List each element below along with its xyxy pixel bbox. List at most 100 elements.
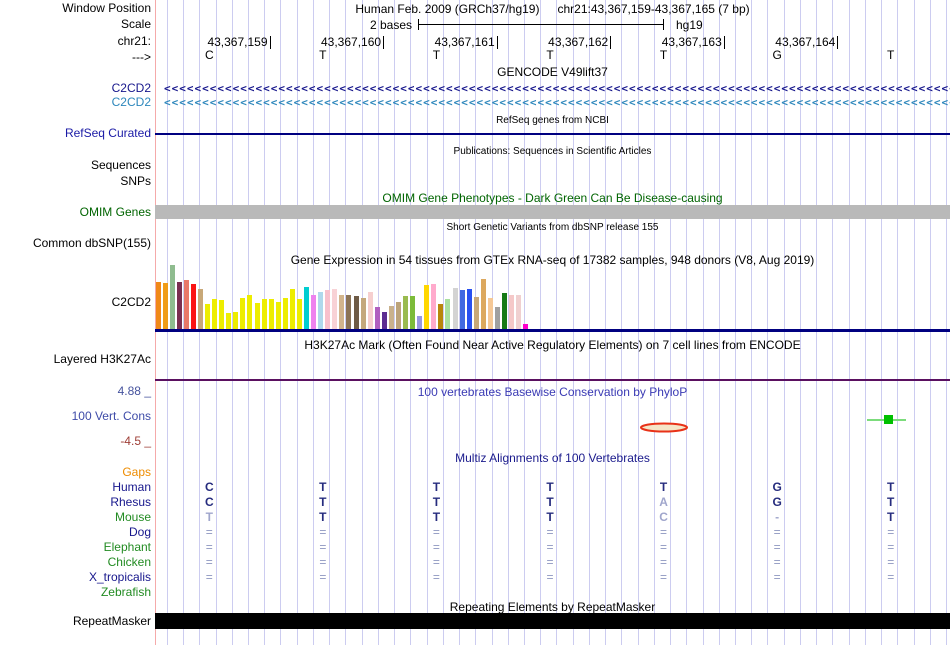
gtex-bar[interactable] — [495, 307, 500, 329]
gtex-bar[interactable] — [318, 292, 324, 329]
species-label-mouse[interactable]: Mouse — [0, 511, 151, 524]
refseq-label[interactable]: RefSeq Curated — [0, 127, 151, 140]
gtex-bar[interactable] — [374, 307, 380, 329]
repeatmasker-bar[interactable] — [155, 613, 950, 629]
alignment-cell: = — [887, 570, 895, 584]
species-label-human[interactable]: Human — [0, 481, 151, 494]
scale-bar — [418, 24, 664, 25]
gtex-bar[interactable] — [162, 283, 168, 329]
gtex-bar[interactable] — [304, 287, 310, 329]
gtex-bar[interactable] — [197, 289, 203, 329]
species-label-dog[interactable]: Dog — [0, 526, 151, 539]
gtex-bar[interactable] — [346, 295, 352, 329]
gtex-bar[interactable] — [268, 299, 274, 329]
scale-value: 2 bases — [369, 18, 412, 32]
gtex-bar[interactable] — [190, 284, 196, 329]
gtex-bar[interactable] — [509, 295, 515, 329]
gtex-bar[interactable] — [212, 299, 218, 329]
gtex-bar[interactable] — [282, 298, 288, 329]
gtex-bar[interactable] — [417, 316, 423, 329]
sequences-label[interactable]: Sequences — [0, 159, 151, 172]
gtex-bar[interactable] — [311, 295, 317, 329]
gtex-bar[interactable] — [466, 289, 472, 329]
gene-label-c2cd2-1[interactable]: C2CD2 — [0, 82, 151, 95]
gtex-bar[interactable] — [502, 293, 508, 329]
phylop-positive-marker[interactable] — [884, 415, 893, 424]
omim-label[interactable]: OMIM Genes — [0, 206, 151, 219]
gtex-bar[interactable] — [325, 290, 331, 329]
species-label-zebrafish[interactable]: Zebrafish — [0, 586, 151, 599]
gtex-bar[interactable] — [381, 312, 387, 329]
refseq-gene-line[interactable] — [155, 133, 950, 135]
gaps-label[interactable]: Gaps — [0, 466, 151, 479]
alignment-cell: T — [887, 495, 895, 509]
multiz-title: Multiz Alignments of 100 Vertebrates — [455, 451, 650, 465]
snps-label[interactable]: SNPs — [0, 175, 151, 188]
gtex-bar[interactable] — [438, 304, 444, 329]
gtex-bar[interactable] — [395, 302, 401, 329]
alignment-cell: T — [887, 510, 895, 524]
gtex-bar[interactable] — [403, 296, 409, 329]
omim-gene-bar[interactable] — [155, 205, 950, 219]
gene-arrows-c2cd2-1[interactable]: <<<<<<<<<<<<<<<<<<<<<<<<<<<<<<<<<<<<<<<<… — [164, 82, 950, 95]
ruler-tick-label: 43,367,160 — [321, 35, 382, 49]
gtex-bar[interactable] — [247, 295, 253, 329]
gtex-bar[interactable] — [296, 299, 302, 329]
gtex-bar[interactable] — [205, 304, 210, 329]
gtex-bar[interactable] — [410, 296, 416, 329]
gtex-bar[interactable] — [254, 303, 260, 329]
scale-assembly: hg19 — [676, 18, 703, 32]
h3k27ac-label[interactable]: Layered H3K27Ac — [0, 353, 151, 366]
gtex-bar[interactable] — [226, 313, 232, 329]
gtex-bar[interactable] — [473, 297, 479, 329]
gtex-bar[interactable] — [516, 295, 522, 329]
alignment-cell: T — [432, 480, 441, 494]
gene-label-c2cd2-2[interactable]: C2CD2 — [0, 96, 151, 109]
gtex-bar[interactable] — [424, 285, 430, 329]
dbsnp-label[interactable]: Common dbSNP(155) — [0, 237, 151, 250]
repeatmasker-label[interactable]: RepeatMasker — [0, 615, 151, 628]
h3k27ac-signal-line[interactable] — [155, 379, 950, 381]
gtex-bar[interactable] — [261, 299, 267, 329]
gtex-bar[interactable] — [339, 295, 345, 329]
gene-arrows-c2cd2-2[interactable]: <<<<<<<<<<<<<<<<<<<<<<<<<<<<<<<<<<<<<<<<… — [164, 96, 950, 109]
gtex-bar[interactable] — [240, 298, 246, 329]
gtex-bar[interactable] — [388, 306, 394, 329]
gtex-bar[interactable] — [155, 282, 161, 329]
gtex-bar[interactable] — [487, 298, 493, 329]
gtex-bar[interactable] — [353, 296, 359, 329]
alignment-cell: T — [546, 480, 554, 494]
gtex-gene-label[interactable]: C2CD2 — [0, 296, 151, 309]
alignment-cell: = — [773, 570, 781, 584]
gtex-bar[interactable] — [183, 280, 189, 329]
scale-label: Scale — [120, 17, 151, 31]
gtex-bar[interactable] — [169, 265, 175, 329]
chrom-label: chr21: — [117, 34, 151, 48]
assembly-title: Human Feb. 2009 (GRCh37/hg19) — [355, 2, 540, 16]
gtex-bar[interactable] — [360, 298, 366, 329]
phylop-label[interactable]: 100 Vert. Cons — [0, 410, 151, 423]
alignment-cell: = — [432, 570, 440, 584]
base-letter: T — [546, 48, 554, 62]
alignment-cell: = — [773, 540, 781, 554]
gtex-bar[interactable] — [275, 302, 281, 329]
phylop-negative-marker[interactable] — [638, 421, 690, 434]
gtex-bar[interactable] — [219, 300, 225, 329]
gtex-bar[interactable] — [332, 289, 338, 329]
species-label-chicken[interactable]: Chicken — [0, 556, 151, 569]
gtex-bar[interactable] — [459, 290, 465, 329]
gtex-bar[interactable] — [480, 279, 486, 329]
species-label-rhesus[interactable]: Rhesus — [0, 496, 151, 509]
gtex-bar[interactable] — [233, 312, 239, 329]
gtex-bar[interactable] — [452, 288, 458, 329]
gtex-bar[interactable] — [367, 292, 373, 329]
gtex-bar[interactable] — [445, 299, 451, 329]
gtex-bar[interactable] — [289, 289, 295, 329]
species-label-elephant[interactable]: Elephant — [0, 541, 151, 554]
alignment-cell: = — [546, 570, 554, 584]
alignment-cell: G — [772, 495, 782, 509]
gtex-bar[interactable] — [176, 282, 182, 329]
gtex-bar[interactable] — [431, 284, 437, 329]
alignment-cell: A — [659, 495, 668, 509]
species-label-x_tropicalis[interactable]: X_tropicalis — [0, 571, 151, 584]
